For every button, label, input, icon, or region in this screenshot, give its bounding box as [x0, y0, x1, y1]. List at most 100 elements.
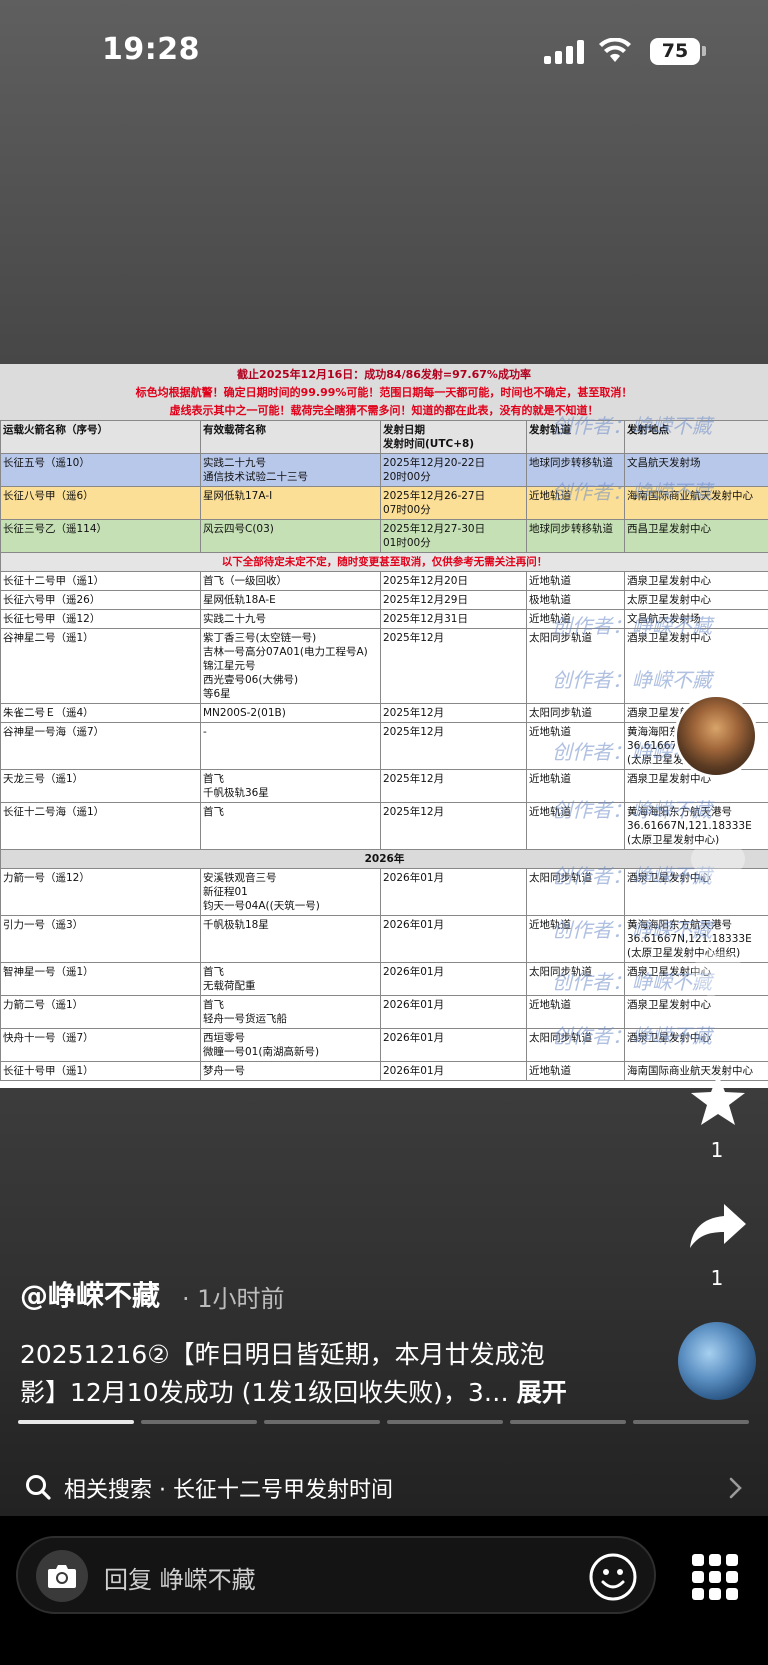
table-row: 快舟十一号（遥7） 西垣零号 微瞳一号01(南湖高新号) 2026年01月 太阳同步轨道…: [0, 1028, 768, 1062]
table-row: 长征三号乙（遥114） 风云四号C(03) 2025年12月27-30日 01时00分…: [0, 519, 768, 553]
progress-segment: [387, 1420, 503, 1424]
rocket-cell: 天龙三号（遥1）: [0, 769, 201, 803]
rocket-cell: 长征七号甲（遥12）: [0, 609, 201, 629]
orbit-cell: 地球同步转移轨道: [526, 519, 625, 553]
rocket-cell: 长征十二号甲（遥1）: [0, 571, 201, 591]
header-line-3: 虚线表示其中之一可能！载荷完全瞎猜不需多问！知道的都在此表，没有的就是不知道！: [169, 404, 599, 417]
payload-cell: 星网低轨17A-I: [200, 486, 381, 520]
payload-cell: 首飞: [200, 802, 381, 850]
payload-cell: 首飞 轻舟一号货运飞船: [200, 995, 381, 1029]
reply-input[interactable]: 回复 峥嵘不藏: [16, 1536, 656, 1614]
header-line-2: 标色均根据航警！确定日期时间的99.99%可能！范围日期每一天都可能，时间也不确…: [135, 386, 633, 399]
orbit-cell: 近地轨道: [526, 722, 625, 770]
orbit-cell: 近地轨道: [526, 486, 625, 520]
site-cell: 酒泉卫星发射中心: [624, 628, 768, 704]
rocket-cell: 长征五号（遥10）: [0, 453, 201, 487]
related-search-bar[interactable]: 相关搜索 · 长征十二号甲发射时间: [0, 1460, 768, 1514]
chevron-right-icon: [729, 1477, 742, 1499]
post-description[interactable]: 20251216②【昨日明日皆延期，本月廿发成泡 影】12月10发成功 (1发1…: [20, 1336, 580, 1412]
date-cell: 2026年01月: [380, 995, 527, 1029]
rocket-cell: 力箭二号（遥1）: [0, 995, 201, 1029]
payload-cell: 星网低轨18A-E: [200, 590, 381, 610]
heart-icon[interactable]: [688, 842, 748, 894]
site-cell: 海南国际商业航天发射中心: [624, 486, 768, 520]
reply-placeholder: 回复 峥嵘不藏: [104, 1566, 256, 1594]
rocket-cell: 长征六号甲（遥26）: [0, 590, 201, 610]
rocket-cell: 力箭一号（遥12）: [0, 868, 201, 916]
progress-segment: [18, 1420, 134, 1424]
date-cell: 2025年12月: [380, 703, 527, 723]
site-cell: 西昌卫星发射中心: [624, 519, 768, 553]
table-row: 长征六号甲（遥26） 星网低轨18A-E 2025年12月29日 极地轨道 太原卫星发射…: [0, 590, 768, 610]
date-cell: 2025年12月31日: [380, 609, 527, 629]
rocket-cell: 长征三号乙（遥114）: [0, 519, 201, 553]
favorite-count: 1: [710, 1138, 724, 1162]
date-cell: 2026年01月: [380, 868, 527, 916]
progress-segment: [633, 1420, 749, 1424]
date-cell: 2026年01月: [380, 962, 527, 996]
post-time: · 1小时前: [182, 1285, 285, 1313]
site-cell: 酒泉卫星发射中心: [624, 769, 768, 803]
col-rocket: 运载火箭名称（序号）: [0, 420, 201, 454]
rocket-cell: 长征八号甲（遥6）: [0, 486, 201, 520]
table-row: 智神星一号（遥1） 首飞 无载荷配重 2026年01月 太阳同步轨道 酒泉卫星发射中心: [0, 962, 768, 996]
orbit-cell: 近地轨道: [526, 769, 625, 803]
rocket-cell: 长征十号甲（遥1）: [0, 1061, 201, 1081]
table-row: 长征十二号甲（遥1） 首飞（一级回收） 2025年12月20日 近地轨道 酒泉卫星发射中…: [0, 571, 768, 591]
launch-schedule-table[interactable]: 截止2025年12月16日：成功84/86发射=97.67%成功率 标色均根据航…: [0, 364, 768, 1088]
search-icon: [26, 1475, 51, 1500]
date-cell: 2025年12月: [380, 802, 527, 850]
description-line-2: 影】12月10发成功 (1发1级回收失败)，3…: [20, 1378, 509, 1407]
notice-row: 以下全部待定未定不定，随时变更甚至取消，仅供参考无需关注再问！: [0, 552, 768, 572]
site-cell: 酒泉卫星发射中心: [624, 1028, 768, 1062]
orbit-cell: 太阳同步轨道: [526, 703, 625, 723]
related-search-text: 相关搜索 · 长征十二号甲发射时间: [64, 1472, 393, 1504]
table-row: 引力一号（遥3） 千帆极轨18星 2026年01月 近地轨道 黄海海阳东方航天港号 36.…: [0, 915, 768, 963]
orbit-cell: 近地轨道: [526, 995, 625, 1029]
payload-cell: 紫丁香三号(太空链一号) 吉林一号高分07A01(电力工程号A) 锦江星元号 西光壹号…: [200, 628, 381, 704]
table-row: 力箭二号（遥1） 首飞 轻舟一号货运飞船 2026年01月 近地轨道 酒泉卫星发射中心: [0, 995, 768, 1029]
date-cell: 2026年01月: [380, 1061, 527, 1081]
progress-segment: [264, 1420, 380, 1424]
header-line-1: 截止2025年12月16日：成功84/86发射=97.67%成功率: [237, 368, 531, 381]
orbit-cell: 太阳同步轨道: [526, 868, 625, 916]
payload-cell: MN200S-2(01B): [200, 703, 381, 723]
star-icon[interactable]: [689, 1072, 747, 1128]
creator-avatar[interactable]: [674, 694, 758, 778]
related-search-prefix: 相关搜索: [64, 1478, 153, 1503]
expand-button[interactable]: 展开: [517, 1378, 567, 1407]
year-divider-row: 2026年: [0, 849, 768, 869]
site-cell: 酒泉卫星发射中心: [624, 571, 768, 591]
date-cell: 2025年12月29日: [380, 590, 527, 610]
table-row: 长征七号甲（遥12） 实践二十九号 2025年12月31日 近地轨道 文昌航天发射场: [0, 609, 768, 629]
table-row: 天龙三号（遥1） 首飞 千帆极轨36星 2025年12月 近地轨道 酒泉卫星发射中心: [0, 769, 768, 803]
battery-cap: [702, 46, 706, 56]
date-cell: 2025年12月20-22日 20时00分: [380, 453, 527, 487]
payload-cell: 首飞 千帆极轨36星: [200, 769, 381, 803]
orbit-cell: 近地轨道: [526, 609, 625, 629]
emoji-icon[interactable]: [588, 1552, 638, 1602]
payload-cell: 首飞 无载荷配重: [200, 962, 381, 996]
comment-icon[interactable]: [688, 948, 748, 1002]
related-search-separator: ·: [152, 1478, 173, 1503]
camera-button[interactable]: [36, 1550, 88, 1602]
apps-grid-icon[interactable]: [692, 1554, 738, 1600]
payload-cell: -: [200, 722, 381, 770]
battery-level: 75: [661, 40, 689, 62]
orbit-cell: 太阳同步轨道: [526, 628, 625, 704]
post-author[interactable]: @峥嵘不藏: [20, 1274, 160, 1314]
orbit-cell: 极地轨道: [526, 590, 625, 610]
payload-cell: 实践二十九号: [200, 609, 381, 629]
date-cell: 2025年12月: [380, 769, 527, 803]
music-disc[interactable]: [678, 1322, 756, 1400]
camera-icon: [48, 1565, 76, 1588]
share-icon[interactable]: [688, 1202, 748, 1250]
col-date: 发射日期 发射时间(UTC+8): [380, 420, 527, 454]
date-cell: 2025年12月: [380, 722, 527, 770]
related-search-query: 长征十二号甲发射时间: [173, 1478, 394, 1503]
description-line-1: 20251216②【昨日明日皆延期，本月廿发成泡: [20, 1340, 545, 1369]
schedule-grid: 运载火箭名称（序号） 有效载荷名称 发射日期 发射时间(UTC+8) 发射轨道 发…: [0, 420, 768, 1081]
table-row: 长征五号（遥10） 实践二十九号 通信技术试验二十三号 2025年12月20-22日 2…: [0, 453, 768, 487]
orbit-cell: 近地轨道: [526, 1061, 625, 1081]
orbit-cell: 太阳同步轨道: [526, 962, 625, 996]
